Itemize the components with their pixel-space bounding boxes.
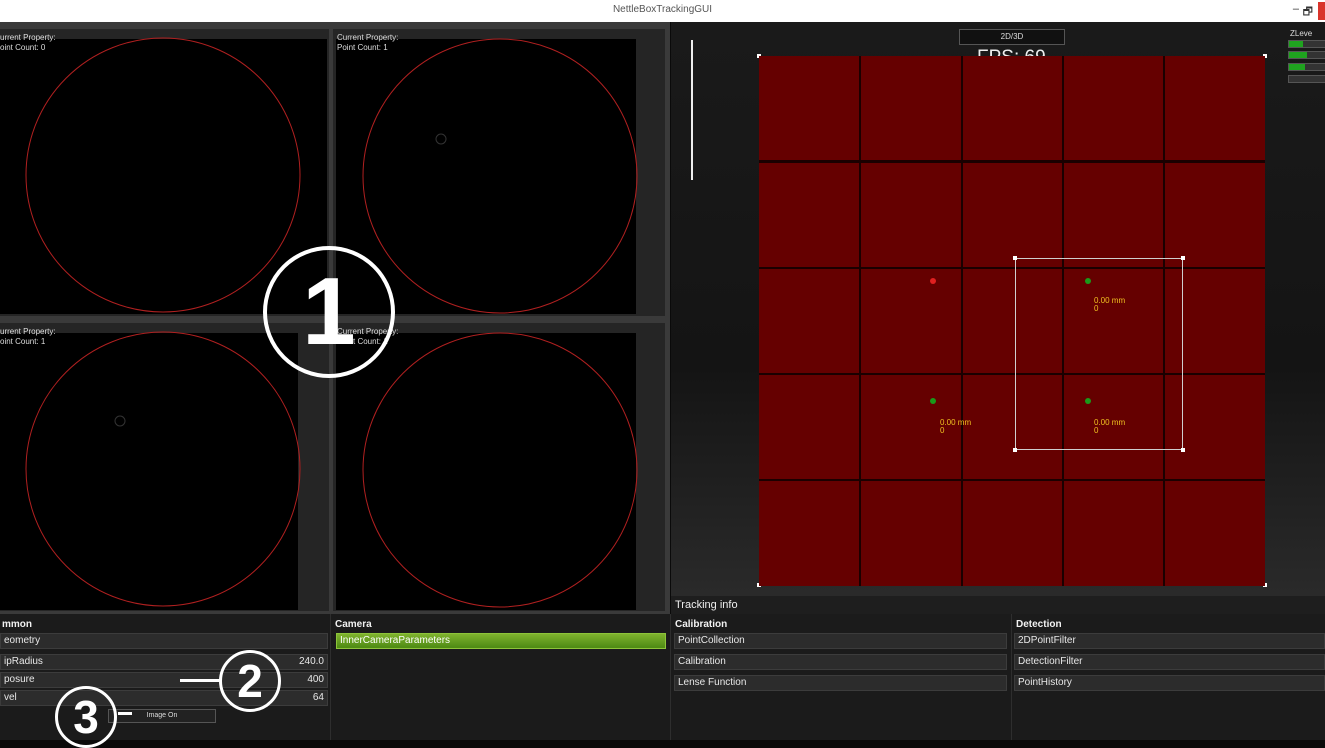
tracking-info-bar: Tracking info: [671, 596, 1325, 614]
tracking-grid: 0.00 mm 0 0.00 mm 0 0.00 mm 0: [759, 56, 1265, 586]
point-count-label: Point Count: 1: [337, 43, 388, 52]
camera-info: urrent Property: oint Count: 0: [0, 33, 56, 53]
current-property-label: urrent Property:: [0, 33, 56, 42]
detection-panel: Detection 2DPointFilter DetectionFilter …: [1012, 614, 1325, 740]
common-panel: mmon eometry ipRadius 240.0 posure 400 vel…: [0, 614, 331, 740]
grid-tile: [963, 163, 1062, 267]
tracking-info-label: Tracking info: [675, 599, 738, 611]
tracked-point-green: [1085, 398, 1091, 404]
detection-item-detection-filter[interactable]: DetectionFilter: [1014, 654, 1325, 670]
region-handle[interactable]: [1013, 256, 1017, 260]
grid-tile: [861, 56, 961, 160]
current-property-label: urrent Property:: [0, 327, 56, 336]
close-icon[interactable]: [1318, 2, 1325, 20]
tracking-3d-view[interactable]: 2D/3D FPS: 69 ZLeve 0.00 mm 0 0.00 mm 0 …: [671, 22, 1325, 596]
grid-tile: [759, 375, 859, 479]
grid-tile: [759, 56, 859, 160]
grid-tile: [759, 269, 859, 373]
current-property-label: Current Property:: [337, 33, 399, 42]
row-label: posure: [4, 674, 35, 685]
detection-item-2d-point-filter[interactable]: 2DPointFilter: [1014, 633, 1325, 649]
tracked-point-green: [930, 398, 936, 404]
zlevel-label: ZLeve: [1290, 29, 1313, 38]
row-value: 64: [312, 692, 324, 703]
camera-view-4[interactable]: Current Property: Point Count: 1: [333, 323, 665, 611]
annotation-pointer-2: [180, 679, 222, 682]
grid-tile: [963, 481, 1062, 586]
row-value: 400: [307, 674, 324, 685]
panel-header: Camera: [335, 619, 372, 630]
grid-tile: [1165, 481, 1265, 586]
grid-tile: [1165, 163, 1265, 267]
zlevel-bar: [1288, 40, 1325, 48]
grid-tile: [1064, 163, 1163, 267]
zlevel-bar: [1288, 75, 1325, 83]
scale-line: [691, 40, 693, 180]
grid-tile: [759, 481, 859, 586]
common-row-radius[interactable]: ipRadius 240.0: [0, 654, 328, 670]
region-handle[interactable]: [1181, 448, 1185, 452]
annotation-marker-1: 1: [263, 246, 395, 378]
detection-item-point-history[interactable]: PointHistory: [1014, 675, 1325, 691]
camera-panel: Camera InnerCameraParameters: [331, 614, 671, 740]
toggle-2d-3d-button[interactable]: 2D/3D: [959, 29, 1065, 45]
grid-tile: [1064, 56, 1163, 160]
calibration-item-point-collection[interactable]: PointCollection: [674, 633, 1007, 649]
point-count-label: oint Count: 1: [0, 337, 46, 346]
zlevel-bar: [1288, 51, 1325, 59]
row-label: eometry: [4, 635, 41, 646]
region-handle[interactable]: [1181, 256, 1185, 260]
camera-item-inner-parameters[interactable]: InnerCameraParameters: [336, 633, 666, 649]
common-row-geometry[interactable]: eometry: [0, 633, 328, 649]
annotation-pointer-3: [118, 712, 132, 715]
row-value: 240.0: [298, 656, 324, 667]
measure-label: 0.00 mm 0: [1094, 296, 1126, 313]
row-label: vel: [4, 692, 17, 703]
grid-tile: [759, 163, 859, 267]
panel-header: Calibration: [675, 619, 728, 630]
tracked-point-green: [1085, 278, 1091, 284]
panel-header: Detection: [1016, 619, 1062, 630]
camera-info: Current Property: Point Count: 1: [337, 33, 398, 53]
grid-tile: [861, 269, 961, 373]
tracked-point-red: [930, 278, 936, 284]
measure-label: 0.00 mm 0: [1094, 418, 1126, 435]
row-label: ipRadius: [4, 656, 43, 667]
annotation-marker-2: 2: [219, 650, 281, 712]
grid-tile: [1165, 56, 1265, 160]
calibration-item-lense-function[interactable]: Lense Function: [674, 675, 1007, 691]
minimize-icon[interactable]: –: [1293, 3, 1299, 15]
grid-tile: [861, 163, 961, 267]
grid-tile: [861, 481, 961, 586]
title-bar: NettleBoxTrackingGUI – 🗗: [0, 0, 1325, 22]
region-handle[interactable]: [1013, 448, 1017, 452]
point-count-label: oint Count: 0: [0, 43, 46, 52]
grid-tile: [1064, 481, 1163, 586]
camera-view-3[interactable]: urrent Property: oint Count: 1: [0, 323, 329, 611]
panel-header: mmon: [2, 619, 32, 630]
window-title: NettleBoxTrackingGUI: [612, 4, 713, 15]
annotation-marker-3: 3: [55, 686, 117, 748]
zlevel-bar: [1288, 63, 1325, 71]
camera-info: urrent Property: oint Count: 1: [0, 327, 56, 347]
calibration-panel: Calibration PointCollection Calibration …: [671, 614, 1012, 740]
measure-label: 0.00 mm 0: [940, 418, 972, 435]
calibration-item-calibration[interactable]: Calibration: [674, 654, 1007, 670]
restore-icon[interactable]: 🗗: [1303, 3, 1313, 22]
grid-tile: [963, 56, 1062, 160]
